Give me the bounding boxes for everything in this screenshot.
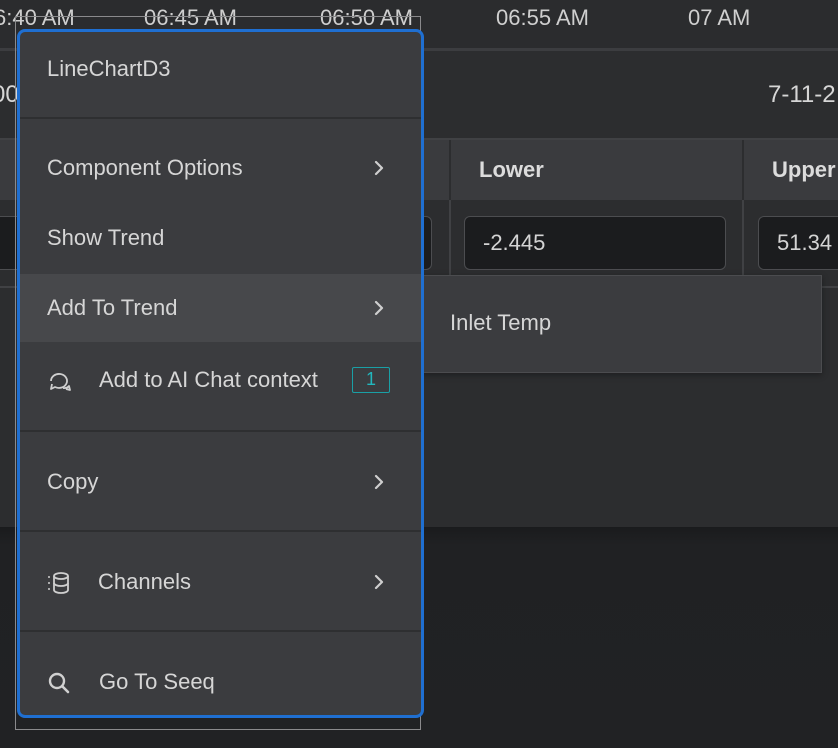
menu-item-add-to-trend[interactable]: Add To Trend <box>20 274 421 342</box>
axis-tick: 06:55 AM <box>496 5 589 30</box>
menu-item-label: Add To Trend <box>47 295 178 320</box>
menu-item-show-trend[interactable]: Show Trend <box>20 204 421 272</box>
menu-item-label: Channels <box>98 569 191 594</box>
divider <box>20 630 421 632</box>
menu-item-copy[interactable]: Copy <box>20 448 421 516</box>
divider <box>742 200 744 286</box>
upper-input[interactable]: 51.34 <box>758 216 838 270</box>
divider <box>20 530 421 532</box>
lower-input[interactable]: -2.445 <box>464 216 726 270</box>
chevron-right-icon <box>374 474 384 490</box>
menu-item-label: Add to AI Chat context <box>99 367 318 392</box>
date-end: 7-11-2 <box>768 81 836 108</box>
search-icon <box>48 672 70 694</box>
chevron-right-icon <box>374 160 384 176</box>
chevron-right-icon <box>374 574 384 590</box>
column-header-upper[interactable]: Upper <box>742 140 838 200</box>
menu-item-label: Copy <box>47 469 99 494</box>
add-to-trend-submenu: Inlet Temp <box>420 275 822 373</box>
context-menu: LineChartD3 Component Options Show Trend… <box>17 29 424 718</box>
menu-item-component-options[interactable]: Component Options <box>20 134 421 202</box>
menu-item-label: Go To Seeq <box>99 669 215 694</box>
divider <box>20 430 421 432</box>
divider <box>20 117 421 119</box>
menu-item-go-to-seeq[interactable]: Go To Seeq <box>20 648 421 715</box>
chat-icon <box>50 373 71 391</box>
axis-tick: 07 AM <box>688 5 751 30</box>
menu-item-label: Component Options <box>47 155 243 180</box>
menu-item-add-to-ai-chat[interactable]: Add to AI Chat context 1 <box>20 346 421 414</box>
database-icon <box>48 572 69 594</box>
context-count-badge: 1 <box>352 367 390 393</box>
submenu-item-inlet-temp[interactable]: Inlet Temp <box>420 276 821 372</box>
divider <box>449 200 451 286</box>
column-header-lower[interactable]: Lower <box>449 140 742 200</box>
menu-title: LineChartD3 <box>47 56 171 81</box>
menu-item-label: Show Trend <box>47 225 165 250</box>
menu-item-channels[interactable]: Channels <box>20 548 421 616</box>
chevron-right-icon <box>374 300 384 316</box>
